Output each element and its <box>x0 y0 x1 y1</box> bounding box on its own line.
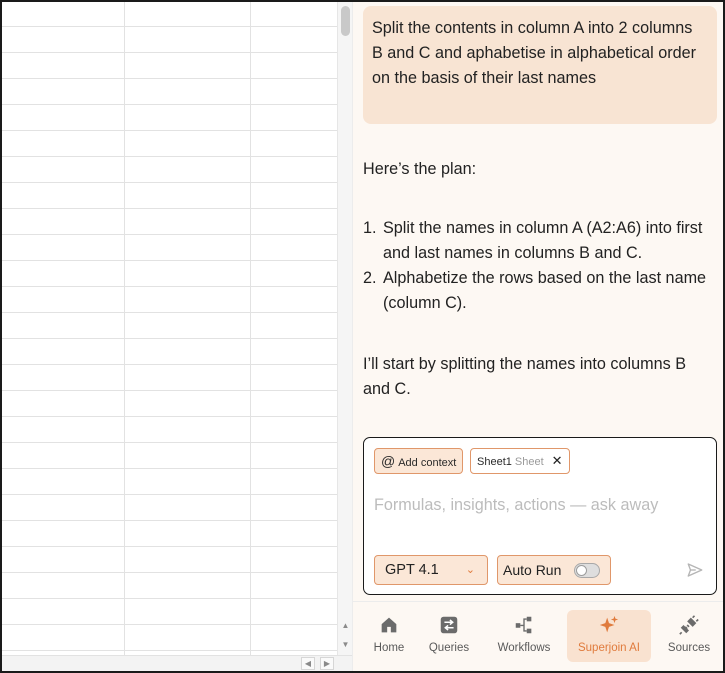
bottom-nav: Home Queries Workflows Superjoin AI Sour… <box>353 601 723 671</box>
row-gridline <box>2 624 337 625</box>
row-gridline <box>2 208 337 209</box>
nav-label: Superjoin AI <box>577 642 640 654</box>
add-context-button[interactable]: @ Add context <box>374 448 464 474</box>
scroll-right-arrow-icon[interactable]: ▶ <box>320 657 334 670</box>
home-icon <box>381 617 397 633</box>
context-chip-type: Sheet <box>514 456 544 468</box>
add-context-label: Add context <box>398 457 457 469</box>
plug-icon <box>679 615 699 635</box>
plan-list: 1. Split the names in column A (A2:A6) i… <box>363 216 713 316</box>
model-select[interactable]: GPT 4.1 ⌄ <box>374 555 488 585</box>
prompt-composer: @Add context Sheet1Sheet ✕ GPT 4.1 ⌄ Auto… <box>363 437 717 595</box>
app-frame: ▲ ▼ ◀ ▶ Split the contents in column A i… <box>0 0 725 673</box>
nav-item-sources[interactable]: Sources <box>653 610 723 662</box>
auto-run-control[interactable]: Auto Run <box>497 555 611 585</box>
prompt-input[interactable] <box>374 492 704 518</box>
toggle-knob <box>576 565 587 576</box>
column-gridline <box>250 2 251 655</box>
ai-intro-text: Here’s the plan: <box>363 160 477 178</box>
context-chip-sheet1[interactable]: Sheet1 Sheet ✕ <box>470 448 570 474</box>
row-gridline <box>2 416 337 417</box>
nav-item-superjoin-ai[interactable]: Superjoin AI <box>567 610 651 662</box>
swap-icon <box>440 616 458 634</box>
row-gridline <box>2 26 337 27</box>
nav-label: Sources <box>667 642 711 654</box>
row-gridline <box>2 260 337 261</box>
row-gridline <box>2 156 337 157</box>
ai-followup-text: I’ll start by splitting the names into c… <box>363 355 686 398</box>
send-icon[interactable] <box>686 561 704 579</box>
row-gridline <box>2 520 337 521</box>
plan-step-number: 2. <box>363 269 377 287</box>
scrollbar-thumb[interactable] <box>341 6 350 36</box>
row-gridline <box>2 364 337 365</box>
workflow-icon <box>515 616 532 634</box>
scroll-down-arrow-icon[interactable]: ▼ <box>338 638 353 652</box>
nav-item-workflows[interactable]: Workflows <box>488 610 560 662</box>
row-gridline <box>2 130 337 131</box>
plan-step: 2. Alphabetize the rows based on the las… <box>363 266 713 316</box>
nav-label: Workflows <box>497 642 551 654</box>
model-select-value: GPT 4.1 <box>385 562 439 578</box>
row-gridline <box>2 312 337 313</box>
row-gridline <box>2 572 337 573</box>
row-gridline <box>2 390 337 391</box>
horizontal-scrollbar[interactable]: ◀ ▶ <box>2 655 352 671</box>
remove-chip-icon[interactable]: ✕ <box>552 453 563 468</box>
row-gridline <box>2 338 337 339</box>
column-gridline <box>124 2 125 655</box>
user-message: Split the contents in column A into 2 co… <box>363 6 717 124</box>
plan-step-text: Alphabetize the rows based on the last n… <box>383 269 707 312</box>
row-gridline <box>2 468 337 469</box>
plan-step: 1. Split the names in column A (A2:A6) i… <box>363 216 713 266</box>
row-gridline <box>2 234 337 235</box>
at-icon: @ <box>381 453 396 469</box>
auto-run-label: Auto Run <box>503 562 562 578</box>
superjoin-ai-panel: Split the contents in column A into 2 co… <box>352 2 723 671</box>
scroll-up-arrow-icon[interactable]: ▲ <box>338 619 353 633</box>
plan-step-number: 1. <box>363 219 377 237</box>
nav-item-queries[interactable]: Queries <box>413 610 485 662</box>
nav-label: Queries <box>428 642 470 654</box>
row-gridline <box>2 546 337 547</box>
row-gridline <box>2 442 337 443</box>
row-gridline <box>2 182 337 183</box>
context-chip-name: Sheet1 <box>477 456 512 468</box>
plan-step-text: Split the names in column A (A2:A6) into… <box>383 219 703 262</box>
row-gridline <box>2 598 337 599</box>
row-gridline <box>2 286 337 287</box>
row-gridline <box>2 104 337 105</box>
row-gridline <box>2 78 337 79</box>
auto-run-toggle[interactable] <box>574 563 600 578</box>
row-gridline <box>2 650 337 651</box>
chevron-down-icon: ⌄ <box>465 564 475 576</box>
vertical-scrollbar[interactable]: ▲ ▼ <box>337 2 352 655</box>
sparkle-icon <box>599 615 619 633</box>
scroll-left-arrow-icon[interactable]: ◀ <box>301 657 315 670</box>
row-gridline <box>2 52 337 53</box>
spreadsheet-grid[interactable] <box>2 2 337 655</box>
row-gridline <box>2 494 337 495</box>
